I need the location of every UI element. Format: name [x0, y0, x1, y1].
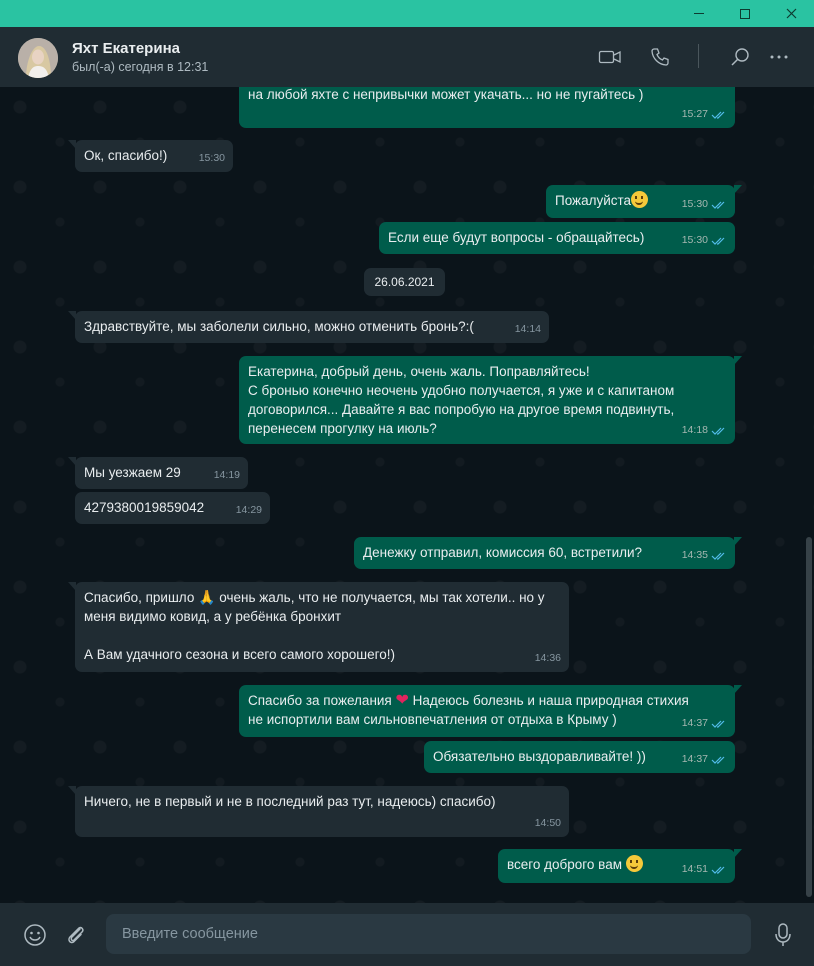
message-time: 14:36 — [534, 652, 561, 664]
message-time: 15:30 — [682, 231, 727, 250]
message-in[interactable]: Ок, спасибо!) 15:30 — [68, 140, 233, 172]
message-time: 15:27 — [682, 105, 727, 124]
message-out[interactable]: Денежку отправил, комиссия 60, встретили… — [354, 537, 742, 569]
contact-name[interactable]: Яхт Екатерина — [72, 40, 180, 57]
message-time: 14:37 — [682, 714, 727, 733]
message-out[interactable]: Спасибо за пожелания ❤ Надеюсь болезнь и… — [239, 685, 742, 737]
more-icon[interactable] — [766, 44, 792, 70]
read-receipt-icon — [711, 111, 725, 119]
message-time: 14:37 — [682, 750, 727, 769]
chat-scrollbar[interactable] — [806, 537, 812, 897]
message-text: Ничего, не в первый и не в последний раз… — [84, 794, 496, 809]
message-in[interactable]: 4279380019859042 14:29 — [75, 492, 270, 524]
smile-emoji-icon — [625, 855, 643, 872]
message-time: 14:18 — [682, 421, 727, 440]
minimize-icon[interactable] — [676, 0, 722, 27]
message-time: 14:50 — [534, 817, 561, 829]
search-icon[interactable] — [727, 44, 753, 70]
voice-call-icon[interactable] — [647, 44, 673, 70]
message-in[interactable]: Спасибо, пришло 🙏 очень жаль, что не пол… — [68, 582, 569, 672]
read-receipt-icon — [711, 866, 725, 874]
attach-icon[interactable] — [62, 921, 90, 949]
video-call-icon[interactable] — [597, 44, 623, 70]
message-text: Денежку отправил, комиссия 60, встретили… — [363, 545, 643, 560]
microphone-icon[interactable] — [769, 921, 797, 949]
chat-header: Яхт Екатерина был(-а) сегодня в 12:31 — [0, 27, 814, 87]
message-in[interactable]: Ничего, не в первый и не в последний раз… — [68, 786, 569, 837]
message-in[interactable]: Мы уезжаем 29 14:19 — [68, 457, 248, 489]
read-receipt-icon — [711, 427, 725, 435]
message-out[interactable]: Екатерина, добрый день, очень жаль. Попр… — [239, 356, 742, 444]
message-out[interactable]: на любой яхте с непривычки может укачать… — [239, 87, 735, 128]
emoji-icon[interactable] — [21, 921, 49, 949]
window-titlebar — [0, 0, 814, 27]
message-out[interactable]: Пожалуйста 15:30 — [546, 185, 742, 218]
read-receipt-icon — [711, 756, 725, 764]
message-time: 14:19 — [213, 469, 240, 481]
smile-emoji-icon — [631, 191, 649, 208]
close-icon[interactable] — [768, 0, 814, 27]
read-receipt-icon — [711, 552, 725, 560]
heart-emoji-icon: ❤ — [395, 692, 409, 709]
message-time: 14:14 — [514, 323, 541, 335]
message-time: 14:29 — [235, 504, 262, 516]
message-in[interactable]: Здравствуйте, мы заболели сильно, можно … — [68, 311, 549, 343]
read-receipt-icon — [711, 237, 725, 245]
read-receipt-icon — [711, 720, 725, 728]
message-text: Спасибо, пришло 🙏 очень жаль, что не пол… — [84, 589, 545, 662]
message-time: 15:30 — [682, 195, 727, 214]
message-text: на любой яхте с непривычки может укачать… — [248, 87, 644, 102]
message-text: 4279380019859042 — [84, 500, 205, 515]
message-time: 14:51 — [682, 860, 727, 879]
message-out[interactable]: всего доброго вам 14:51 — [498, 849, 742, 883]
message-input[interactable] — [106, 914, 751, 954]
date-divider: 26.06.2021 — [364, 268, 445, 296]
maximize-icon[interactable] — [722, 0, 768, 27]
contact-status: был(-а) сегодня в 12:31 — [72, 60, 209, 74]
composer-bar — [0, 903, 814, 966]
header-separator — [698, 44, 699, 68]
message-time: 14:35 — [682, 546, 727, 565]
message-out[interactable]: Обязательно выздоравливайте! )) 14:37 — [424, 741, 735, 773]
avatar[interactable] — [18, 38, 58, 78]
praying-hands-emoji-icon: 🙏 — [198, 589, 216, 605]
message-time: 15:30 — [198, 152, 225, 164]
message-text: Здравствуйте, мы заболели сильно, можно … — [84, 319, 474, 334]
message-text: Если еще будут вопросы - обращайтесь) — [388, 230, 645, 245]
message-out[interactable]: Если еще будут вопросы - обращайтесь) 15… — [379, 222, 735, 254]
message-text: Екатерина, добрый день, очень жаль. Попр… — [248, 364, 675, 436]
read-receipt-icon — [711, 201, 725, 209]
message-text: Спасибо за пожелания ❤ Надеюсь болезнь и… — [248, 692, 689, 727]
message-list[interactable]: на любой яхте с непривычки может укачать… — [0, 87, 814, 903]
